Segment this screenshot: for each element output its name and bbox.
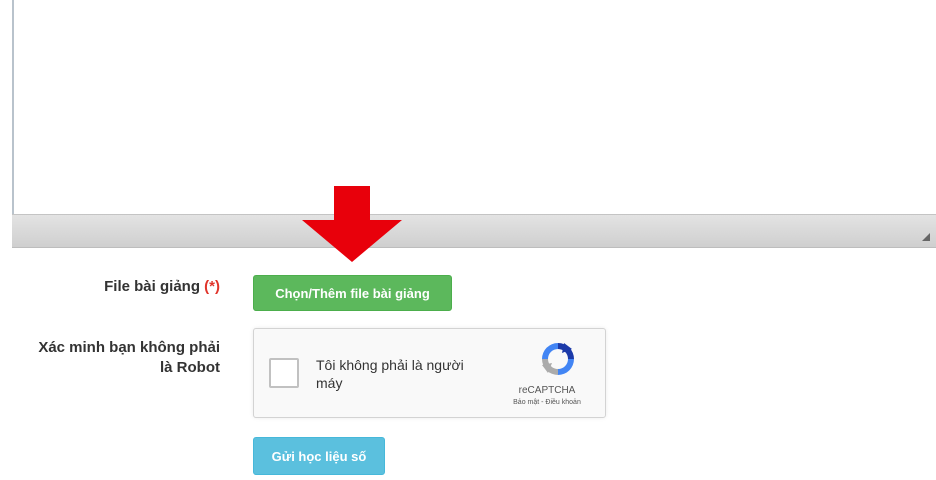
recaptcha-terms-link[interactable]: Bảo mật - Điều khoản [492, 399, 602, 406]
recaptcha-label: Tôi không phải là người máy [316, 356, 496, 392]
recaptcha-brand: reCAPTCHA [518, 385, 576, 396]
choose-file-button[interactable]: Chọn/Thêm file bài giảng [253, 275, 452, 311]
text-editor-area[interactable] [12, 0, 936, 214]
recaptcha-checkbox[interactable] [269, 358, 299, 388]
verify-label-line2: là Robot [160, 359, 220, 376]
resize-grip-icon[interactable] [922, 233, 930, 241]
editor-status-bar [12, 214, 936, 248]
recaptcha-label-line1: Tôi không phải là người [316, 357, 464, 373]
required-marker: (*) [204, 278, 220, 295]
down-arrow-icon [302, 186, 402, 262]
file-label-text: File bài giảng [104, 278, 200, 295]
verify-label-line1: Xác minh bạn không phải [38, 339, 220, 356]
submit-button[interactable]: Gửi học liệu số [253, 437, 385, 475]
recaptcha-widget: Tôi không phải là người máy reCAPTCHA Bả… [253, 328, 606, 418]
recaptcha-label-line2: máy [316, 375, 343, 391]
file-label: File bài giảng (*) [40, 278, 220, 295]
recaptcha-logo-icon [542, 343, 574, 375]
verify-label: Xác minh bạn không phải là Robot [10, 338, 220, 378]
